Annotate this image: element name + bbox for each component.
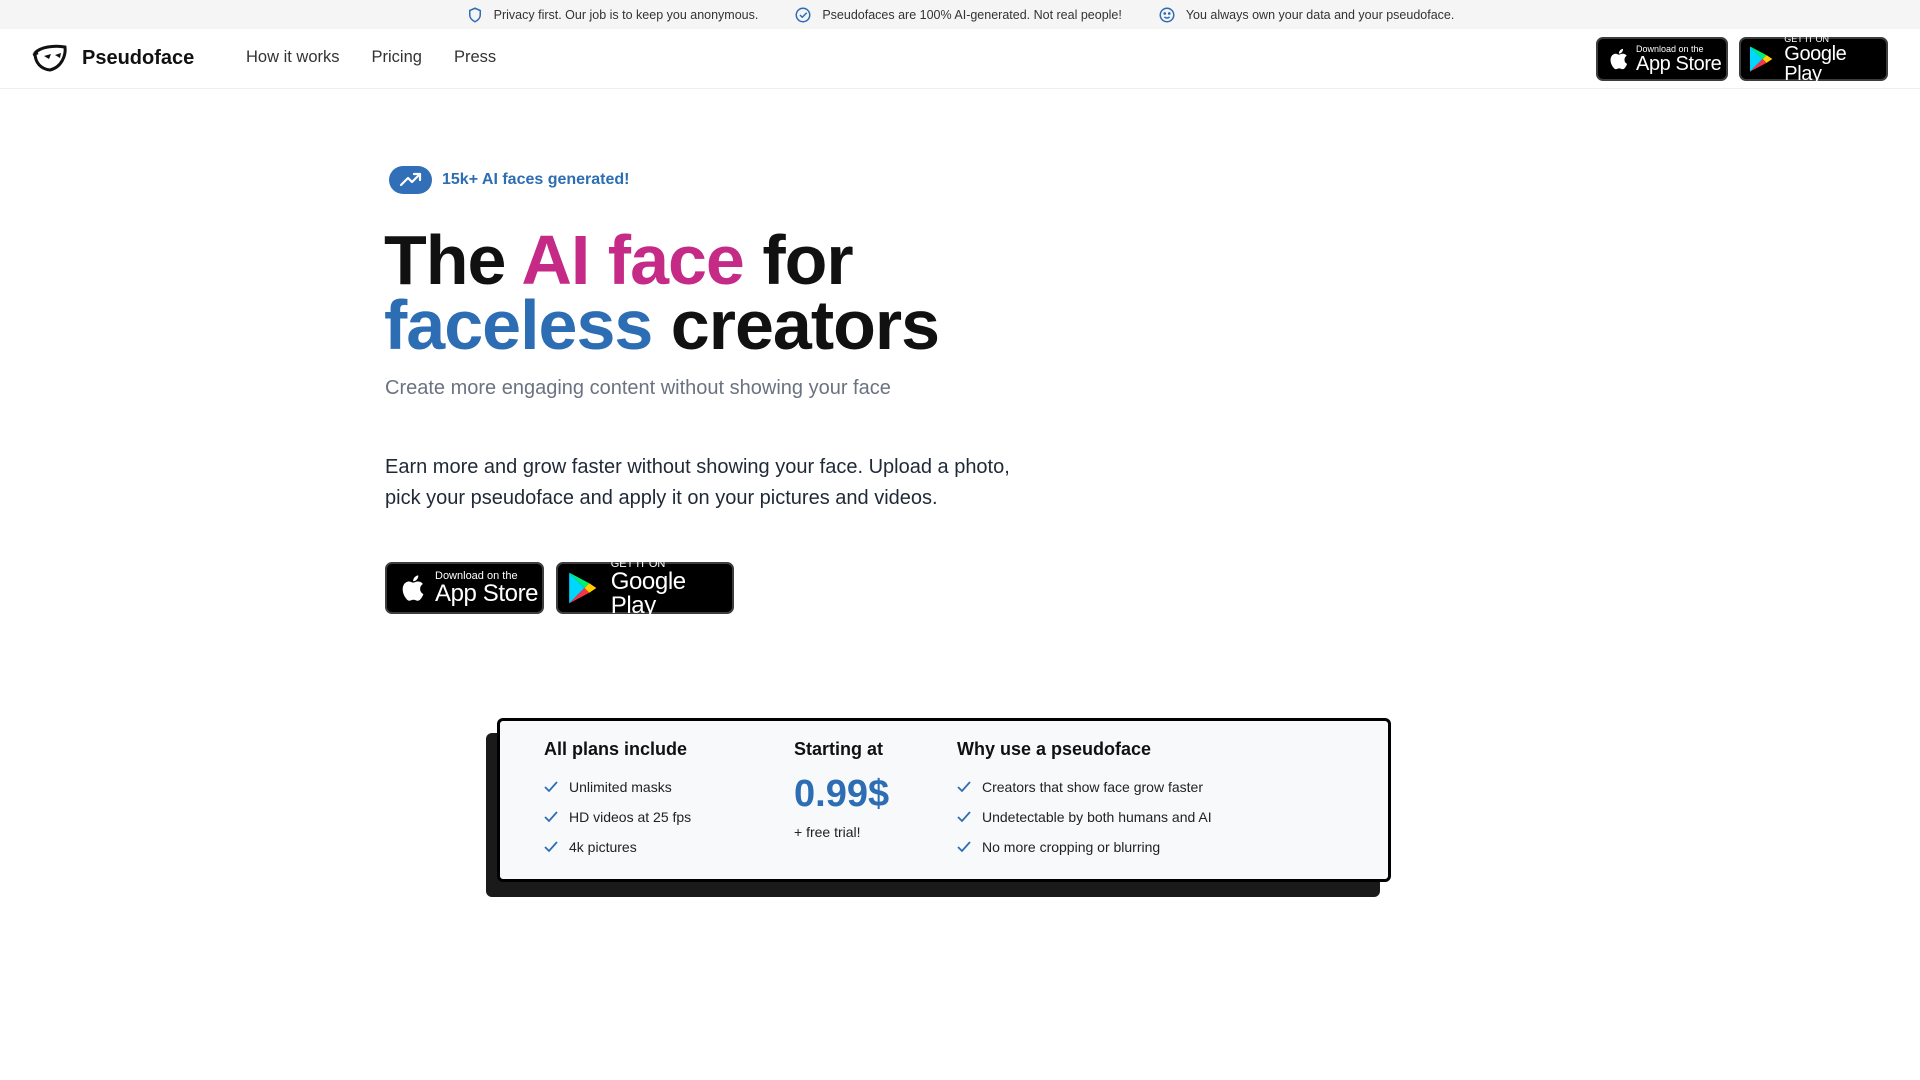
nav-link-press[interactable]: Press — [454, 48, 496, 67]
apple-icon — [1610, 48, 1628, 70]
app-store-big: App Store — [435, 580, 539, 607]
hero-subtitle: Create more engaging content without sho… — [385, 377, 891, 399]
announcement-text: You always own your data and your pseudo… — [1185, 7, 1455, 22]
free-trial-note: + free trial! — [794, 824, 861, 840]
nav-links: How it works Pricing Press — [246, 48, 496, 67]
nav-link-how-it-works[interactable]: How it works — [246, 48, 340, 67]
pricing-title: Starting at — [794, 739, 884, 759]
list-item: 4k pictures — [544, 832, 691, 862]
list-item-text: Creators that show face grow faster — [982, 779, 1203, 795]
announcement-bar: Privacy first. Our job is to keep you an… — [0, 0, 1920, 29]
apple-icon — [402, 575, 424, 601]
nav-link-pricing[interactable]: Pricing — [372, 48, 422, 67]
brand-name: Pseudoface — [82, 46, 195, 69]
smiley-icon — [1159, 7, 1175, 22]
hero-headline: The AI face for faceless creators — [384, 225, 940, 360]
list-item-text: 4k pictures — [569, 839, 637, 855]
hero-app-store-button[interactable]: Download on the App Store — [385, 562, 544, 614]
badge-pill — [389, 166, 432, 194]
app-store-text: Download on the App Store — [435, 570, 539, 607]
list-item-text: HD videos at 25 fps — [569, 809, 692, 825]
plans-include-title: All plans include — [544, 739, 688, 759]
headline-part: creators — [652, 286, 940, 364]
hero-google-play-button[interactable]: GET IT ON Google Play — [556, 558, 734, 618]
why-list: Creators that show face grow faster Unde… — [957, 772, 1212, 862]
app-store-big: App Store — [1636, 53, 1722, 75]
list-item: HD videos at 25 fps — [544, 802, 691, 832]
google-play-big: Google Play — [1784, 43, 1847, 85]
list-item: No more cropping or blurring — [957, 832, 1212, 862]
brand-logo[interactable]: Pseudoface — [32, 43, 194, 73]
why-column: Why use a pseudoface Creators that show … — [957, 739, 1212, 862]
trending-up-icon — [399, 172, 421, 187]
google-play-icon — [1749, 46, 1773, 72]
google-play-text: GET IT ON Google Play — [1784, 34, 1886, 84]
google-play-big: Google Play — [610, 568, 686, 619]
check-icon — [544, 841, 558, 853]
plans-include-list: Unlimited masks HD videos at 25 fps 4k p… — [544, 772, 691, 862]
badge-text: 15k+ AI faces generated! — [442, 171, 630, 188]
why-title: Why use a pseudoface — [957, 739, 1152, 759]
check-badge-icon — [795, 7, 811, 22]
check-icon — [957, 811, 971, 823]
list-item-text: Unlimited masks — [569, 779, 672, 795]
announcement-privacy: Privacy first. Our job is to keep you an… — [466, 6, 759, 24]
hero-body-line: Earn more and grow faster without showin… — [385, 456, 1010, 478]
app-store-text: Download on the App Store — [1636, 44, 1722, 75]
list-item-text: No more cropping or blurring — [982, 839, 1161, 855]
check-icon — [957, 841, 971, 853]
list-item: Creators that show face grow faster — [957, 772, 1212, 802]
announcement-text: Privacy first. Our job is to keep you an… — [493, 7, 759, 22]
hero-body: Earn more and grow faster without showin… — [385, 452, 1085, 514]
pricing-column: Starting at 0.99$ + free trial! — [794, 739, 889, 840]
list-item: Unlimited masks — [544, 772, 691, 802]
nav-google-play-button[interactable]: GET IT ON Google Play — [1739, 34, 1888, 84]
plans-card: All plans include Unlimited masks HD vid… — [497, 718, 1391, 882]
check-icon — [957, 781, 971, 793]
google-play-icon — [569, 572, 597, 604]
announcement-data: You always own your data and your pseudo… — [1158, 6, 1454, 24]
check-icon — [544, 781, 558, 793]
list-item: Undetectable by both humans and AI — [957, 802, 1212, 832]
headline-highlight-blue: faceless — [384, 286, 653, 364]
list-item-text: Undetectable by both humans and AI — [982, 809, 1212, 825]
price-value: 0.99$ — [794, 773, 890, 815]
google-play-text: GET IT ON Google Play — [611, 558, 732, 618]
announcement-ai: Pseudofaces are 100% AI-generated. Not r… — [794, 6, 1122, 24]
shield-icon — [468, 6, 481, 23]
nav-app-store-button[interactable]: Download on the App Store — [1596, 37, 1728, 81]
hero-body-line: pick your pseudoface and apply it on you… — [385, 487, 938, 509]
check-icon — [544, 811, 558, 823]
faces-generated-badge: 15k+ AI faces generated! — [389, 166, 630, 194]
mask-logo-icon — [32, 44, 67, 72]
announcement-text: Pseudofaces are 100% AI-generated. Not r… — [822, 7, 1122, 22]
plans-include-column: All plans include Unlimited masks HD vid… — [544, 739, 691, 862]
